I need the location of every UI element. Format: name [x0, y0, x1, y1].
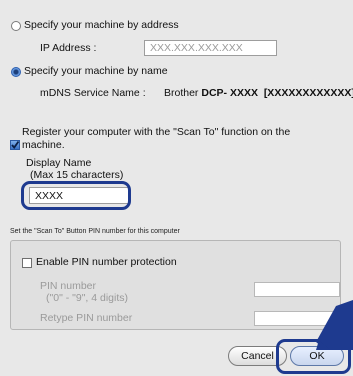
mdns-brand: Brother [164, 87, 202, 99]
ip-address-placeholder: XXX.XXX.XXX.XXX [150, 42, 243, 54]
pin-number-label: PIN number [40, 280, 97, 292]
name-radio[interactable] [11, 67, 21, 77]
mdns-model: DCP- XXXX [201, 87, 258, 99]
register-checkbox[interactable] [10, 140, 20, 150]
checkmark-icon [11, 140, 20, 149]
display-name-label: Display Name [26, 157, 92, 169]
address-radio-label: Specify your machine by address [24, 19, 179, 31]
pointer-arrow-icon [316, 300, 353, 350]
register-label-line2: machine. [22, 139, 65, 151]
ip-address-input[interactable]: XXX.XXX.XXX.XXX [144, 40, 277, 56]
pin-number-input[interactable] [254, 282, 340, 297]
register-label-line1: Register your computer with the "Scan To… [22, 126, 291, 138]
pin-section-title: Set the "Scan To" Button PIN number for … [10, 228, 180, 235]
mdns-service-label: mDNS Service Name : [40, 87, 146, 99]
display-name-hint: (Max 15 characters) [30, 169, 124, 181]
mdns-serial: [XXXXXXXXXXXX] [263, 87, 353, 99]
display-name-callout [21, 181, 131, 210]
retype-pin-label: Retype PIN number [40, 312, 133, 324]
enable-pin-label: Enable PIN number protection [36, 256, 177, 268]
scan-to-settings-dialog: Specify your machine by address IP Addre… [0, 0, 353, 376]
name-radio-label: Specify your machine by name [24, 65, 168, 77]
enable-pin-checkbox[interactable] [22, 258, 32, 268]
ip-address-label: IP Address : [40, 42, 97, 54]
pin-number-hint: ("0" - "9", 4 digits) [46, 292, 129, 304]
mdns-service-value: Brother DCP- XXXX [XXXXXXXXXXXX] [164, 87, 353, 99]
address-radio[interactable] [11, 21, 21, 31]
